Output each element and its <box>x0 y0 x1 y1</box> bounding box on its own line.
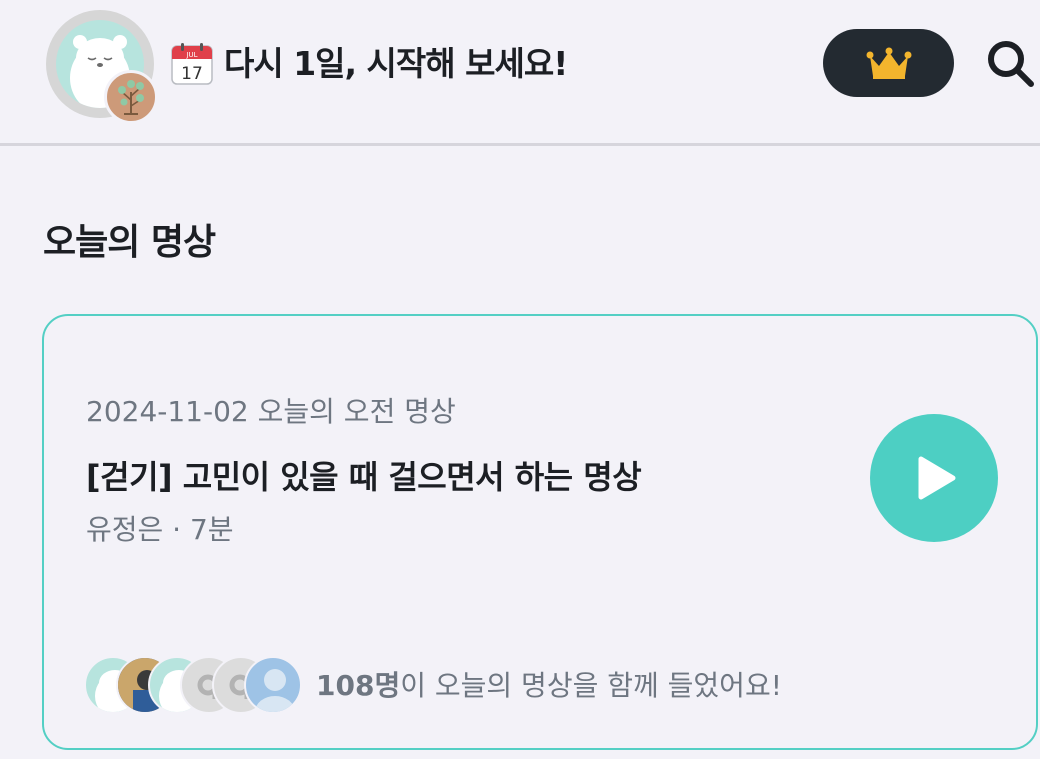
play-icon <box>918 456 956 500</box>
card-meta: 유정은 · 7분 <box>86 513 234 546</box>
calendar-day: 17 <box>181 64 203 84</box>
card-title: [걷기] 고민이 있을 때 걸으면서 하는 명상 <box>86 458 642 496</box>
section-title: 오늘의 명상 <box>43 222 216 263</box>
tree-badge-icon <box>104 70 158 124</box>
card-subtitle: 2024-11-02 오늘의 오전 명상 <box>86 395 456 428</box>
premium-button[interactable] <box>823 29 954 97</box>
listener-avatar <box>244 656 302 714</box>
listener-text: 이 오늘의 명상을 함께 들었어요! <box>400 669 782 702</box>
listener-avatars <box>84 654 314 716</box>
meditation-card[interactable]: 2024-11-02 오늘의 오전 명상 [걷기] 고민이 있을 때 걸으면서 … <box>42 314 1038 750</box>
play-button[interactable] <box>870 414 998 542</box>
search-button[interactable] <box>983 36 1037 90</box>
search-icon <box>988 41 1034 87</box>
top-header: JUL 17 다시 1일, 시작해 보세요! <box>0 0 1040 146</box>
calendar-month: JUL <box>185 51 197 59</box>
crown-icon <box>866 47 911 79</box>
listener-count: 108명 <box>316 669 401 702</box>
listener-summary: 108명이 오늘의 명상을 함께 들었어요! <box>316 666 782 706</box>
calendar-icon: JUL 17 <box>170 42 214 86</box>
streak-message: 다시 1일, 시작해 보세요! <box>224 44 568 83</box>
